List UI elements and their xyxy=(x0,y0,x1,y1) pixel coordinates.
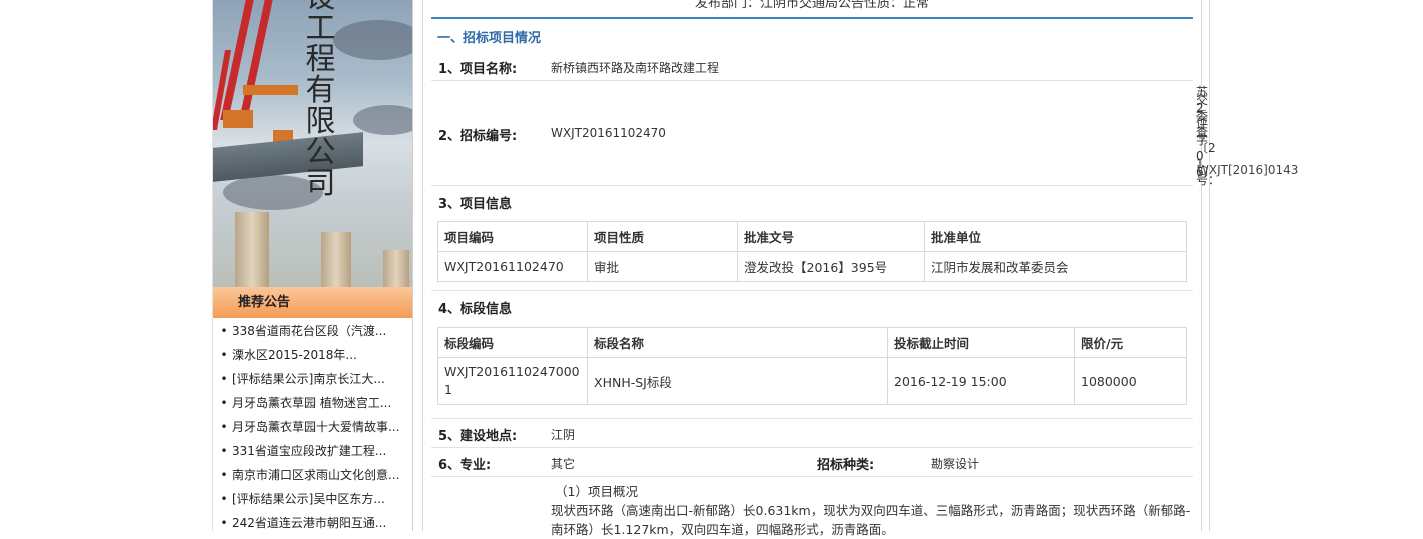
project-name-row: 1、项目名称: 新桥镇西环路及南环路改建工程 xyxy=(431,52,1193,81)
header-divider xyxy=(431,17,1193,19)
table-cell: 2016-12-19 15:00 xyxy=(887,357,1075,405)
table-header: 批准单位 xyxy=(924,221,1187,252)
table-header: 限价/元 xyxy=(1074,327,1187,358)
table-cell: WXJT2016110247000 1 xyxy=(437,357,588,405)
project-name-value: 新桥镇西环路及南环路改建工程 xyxy=(551,61,720,75)
bid-type-value: 勘察设计 xyxy=(931,457,980,471)
table-header: 标段名称 xyxy=(587,327,888,358)
section-title: 一、招标项目情况 xyxy=(437,31,542,46)
recommend-item[interactable]: • 338省道雨花台区段（汽渡... xyxy=(213,320,412,344)
table-cell: 澄发改投【2016】395号 xyxy=(737,251,925,282)
location-row: 5、建设地点: 江阴 xyxy=(431,418,1193,448)
recommend-item[interactable]: • 331省道宝应段改扩建工程... xyxy=(213,440,412,464)
banner-company-title: 设工程有限公司 xyxy=(305,0,337,201)
recommend-item[interactable]: • [评标结果公示]吴中区东方... xyxy=(213,488,412,512)
project-overview: （1）项目概况 现状西环路（高速南出口-新郁路）长0.631km，现状为双向四车… xyxy=(551,482,1191,539)
recommend-item[interactable]: • 月牙岛薰衣草园 植物迷宫工... xyxy=(213,392,412,416)
recommend-item-link[interactable]: 331省道宝应段改扩建工程... xyxy=(232,444,386,458)
table-cell: 1080000 xyxy=(1074,357,1187,405)
recommend-item[interactable]: • 242省道连云港市朝阳互通... xyxy=(213,512,412,536)
bullet-icon: • xyxy=(220,396,228,410)
company-banner-image: 设工程有限公司 xyxy=(213,0,412,287)
recommend-item[interactable]: • 溧水区2015-2018年... xyxy=(213,344,412,368)
right-border xyxy=(1209,0,1210,531)
table-row: WXJT2016110247000 1 XHNH-SJ标段 2016-12-19… xyxy=(437,357,1187,405)
bid-code-label: 2、招标编号: xyxy=(438,129,518,144)
section-info-row: 4、标段信息 xyxy=(431,291,1193,321)
recommend-list: • 338省道雨花台区段（汽渡... • 溧水区2015-2018年... • [评标… xyxy=(213,320,412,536)
recommend-item-link[interactable]: [评标结果公示]南京长江大... xyxy=(232,372,385,386)
bid-type-label: 招标种类: xyxy=(817,458,875,473)
location-value: 江阴 xyxy=(551,428,576,442)
publish-info: 发布部门：江阴市交通局公告性质：正常 xyxy=(694,0,929,11)
table-row: WXJT20161102470 审批 澄发改投【2016】395号 江阴市发展和… xyxy=(437,251,1187,282)
project-info-label: 3、项目信息 xyxy=(438,197,513,212)
bullet-icon: • xyxy=(220,492,228,506)
table-header: 项目性质 xyxy=(587,221,738,252)
project-name-label: 1、项目名称: xyxy=(438,62,518,77)
bullet-icon: • xyxy=(220,372,228,386)
specialty-row: 6、专业: 其它 招标种类: 勘察设计 xyxy=(431,447,1193,477)
recommend-header: 推荐公告 xyxy=(213,287,412,318)
recommend-item[interactable]: • 月牙岛薰衣草园十大爱情故事... xyxy=(213,416,412,440)
overview-title: （1）项目概况 xyxy=(555,484,638,499)
table-cell: WXJT20161102470 xyxy=(437,251,588,282)
announcement-main: 发布部门：江阴市交通局公告性质：正常 一、招标项目情况 1、项目名称: 新桥镇西… xyxy=(422,0,1202,537)
table-header: 标段编码 xyxy=(437,327,588,358)
recommend-item-link[interactable]: 242省道连云港市朝阳互通... xyxy=(232,516,386,530)
recommend-item[interactable]: • 南京市浦口区求雨山文化创意... xyxy=(213,464,412,488)
bullet-icon: • xyxy=(220,348,228,362)
section-info-table: 标段编码 标段名称 投标截止时间 限价/元 WXJT2016110247000 … xyxy=(437,327,1187,405)
table-header: 批准文号 xyxy=(737,221,925,252)
table-cell: 江阴市发展和改革委员会 xyxy=(924,251,1187,282)
bullet-icon: • xyxy=(220,324,228,338)
table-header: 投标截止时间 xyxy=(887,327,1075,358)
recommend-item-link[interactable]: 月牙岛薰衣草园十大爱情故事... xyxy=(232,420,399,434)
recommend-item[interactable]: • [评标结果公示]南京长江大... xyxy=(213,368,412,392)
recommend-item-link[interactable]: [评标结果公示]吴中区东方... xyxy=(232,492,385,506)
recommend-header-label: 推荐公告 xyxy=(238,295,291,310)
overview-text: 现状西环路（高速南出口-新郁路）长0.631km，现状为双向四车道、三幅路形式，… xyxy=(551,503,1191,537)
recommend-item-link[interactable]: 338省道雨花台区段（汽渡... xyxy=(232,324,386,338)
left-sidebar: 设工程有限公司 推荐公告 • 338省道雨花台区段（汽渡... • 溧水区2015-… xyxy=(212,0,413,531)
recommend-item-link[interactable]: 溧水区2015-2018年... xyxy=(232,348,357,362)
recommend-item-link[interactable]: 南京市浦口区求雨山文化创意... xyxy=(232,468,399,482)
table-header: 项目编码 xyxy=(437,221,588,252)
project-info-table: 项目编码 项目性质 批准文号 批准单位 WXJT20161102470 审批 澄… xyxy=(437,221,1187,282)
table-header-row: 项目编码 项目性质 批准文号 批准单位 xyxy=(437,221,1187,252)
bid-code-value: WXJT20161102470 xyxy=(551,126,666,140)
bid-code-row: 2、招标编号: WXJT20161102470 xyxy=(431,81,1193,186)
specialty-value: 其它 xyxy=(551,457,576,471)
bullet-icon: • xyxy=(220,420,228,434)
table-header-row: 标段编码 标段名称 投标截止时间 限价/元 xyxy=(437,327,1187,358)
right-document-code: WXJT[2016]0143 xyxy=(1197,163,1299,177)
table-cell: XHNH-SJ标段 xyxy=(587,357,888,405)
recommend-item-link[interactable]: 月牙岛薰衣草园 植物迷宫工... xyxy=(232,396,391,410)
table-cell: 审批 xyxy=(587,251,738,282)
bullet-icon: • xyxy=(220,444,228,458)
bullet-icon: • xyxy=(220,468,228,482)
location-label: 5、建设地点: xyxy=(438,429,518,444)
section-info-label: 4、标段信息 xyxy=(438,302,513,317)
specialty-label: 6、专业: xyxy=(438,458,492,473)
